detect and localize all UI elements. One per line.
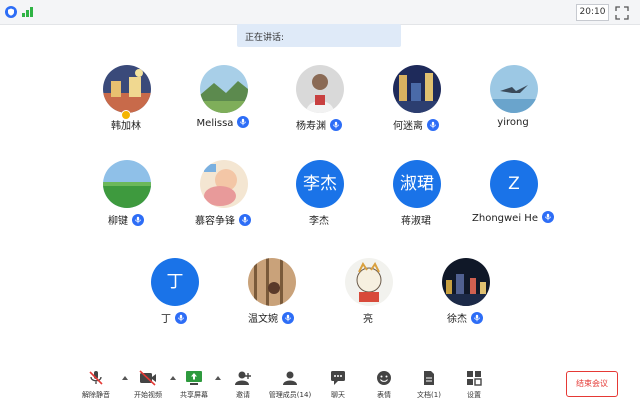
participant-name: 杨寿渊 [296, 121, 326, 132]
participant-name: yirong [497, 117, 529, 128]
avatar: Z [490, 160, 538, 208]
avatar [200, 65, 248, 113]
settings-label: 设置 [467, 391, 481, 399]
avatar [393, 65, 441, 113]
avatar [442, 258, 490, 306]
participant-tile[interactable]: 徐杰 [410, 258, 520, 338]
participant-tile[interactable]: yirong [458, 65, 568, 145]
mic-icon [282, 312, 294, 324]
manage-members-button[interactable]: 管理成员(14) [264, 368, 316, 402]
participant-tile[interactable]: 亮 [313, 258, 423, 338]
participant-name: 慕容争锋 [195, 216, 235, 227]
security-shield-icon[interactable] [5, 6, 17, 18]
mic-icon [427, 119, 439, 131]
participant-name: 韩加林 [111, 121, 141, 132]
participant-tile[interactable]: 何迷离 [361, 65, 471, 145]
top-bar: 20:10 [0, 0, 640, 25]
avatar [103, 65, 151, 113]
share-screen-icon [184, 370, 204, 386]
participant-name: 丁 [161, 314, 171, 325]
participant-name: 徐杰 [447, 314, 467, 325]
mic-icon [541, 211, 554, 223]
chat-label: 聊天 [331, 391, 345, 399]
participant-tile[interactable]: 柳键 [71, 160, 181, 240]
participant-tile[interactable]: 淑珺 蒋淑珺 [361, 160, 471, 240]
avatar [490, 65, 538, 113]
avatar: 淑珺 [393, 160, 441, 208]
start-video-button[interactable]: 开始视频 [122, 368, 174, 402]
share-screen-label: 共享屏幕 [180, 391, 208, 399]
end-meeting-button[interactable]: 结束会议 [566, 371, 618, 397]
participant-name: 温文婉 [248, 314, 278, 325]
participant-name: 蒋淑珺 [401, 216, 431, 227]
start-video-label: 开始视频 [134, 391, 162, 399]
avatar: 丁 [151, 258, 199, 306]
video-off-icon [138, 370, 158, 386]
participant-name: 柳键 [108, 216, 128, 227]
smiley-icon [374, 370, 394, 386]
speaking-label: 正在讲话: [245, 33, 285, 43]
chat-icon [328, 370, 348, 386]
document-icon [419, 370, 439, 386]
mic-icon [132, 214, 144, 226]
mic-icon [239, 214, 251, 226]
mic-icon [471, 312, 483, 324]
members-icon [280, 370, 300, 386]
participant-name: 李杰 [309, 216, 329, 227]
participant-name: 亮 [363, 314, 373, 325]
participant-tile[interactable]: 韩加林 [71, 65, 181, 145]
avatar [248, 258, 296, 306]
mic-icon [330, 119, 342, 131]
mic-icon [237, 116, 250, 128]
mic-muted-icon [86, 370, 106, 386]
share-screen-button[interactable]: 共享屏幕 [168, 368, 220, 402]
meeting-toolbar: 解除静音 开始视频 共享屏幕 邀请 管理成员(14) 聊天 表情 文档(1) 设… [0, 362, 640, 402]
mic-icon [175, 312, 187, 324]
participant-tile[interactable]: 温文婉 [216, 258, 326, 338]
participant-tile[interactable]: 李杰 李杰 [264, 160, 374, 240]
participant-tile[interactable]: Z Zhongwei He [458, 160, 568, 240]
participant-tile[interactable]: 杨寿渊 [264, 65, 374, 145]
participant-name: Melissa [196, 118, 234, 129]
chat-button[interactable]: 聊天 [312, 368, 364, 402]
unmute-label: 解除静音 [82, 391, 110, 399]
avatar [200, 160, 248, 208]
participant-name: Zhongwei He [472, 213, 538, 224]
participant-tile[interactable]: 丁 丁 [119, 258, 229, 338]
avatar: 李杰 [296, 160, 344, 208]
avatar [103, 160, 151, 208]
manage-members-label: 管理成员(14) [268, 391, 312, 399]
participant-tile[interactable]: Melissa [168, 65, 278, 145]
settings-grid-icon [464, 370, 484, 386]
settings-button[interactable]: 设置 [448, 368, 500, 402]
fullscreen-icon[interactable] [615, 5, 629, 20]
participant-name: 何迷离 [393, 121, 423, 132]
unmute-button[interactable]: 解除静音 [70, 368, 122, 402]
participant-tile[interactable]: 慕容争锋 [168, 160, 278, 240]
speaking-indicator: 正在讲话: [237, 24, 401, 47]
invite-label: 邀请 [236, 391, 250, 399]
avatar [345, 258, 393, 306]
invite-button[interactable]: 邀请 [217, 368, 269, 402]
avatar [296, 65, 344, 113]
meeting-timer: 20:10 [576, 4, 609, 21]
invite-icon [233, 370, 253, 386]
network-signal-icon[interactable] [22, 7, 36, 17]
